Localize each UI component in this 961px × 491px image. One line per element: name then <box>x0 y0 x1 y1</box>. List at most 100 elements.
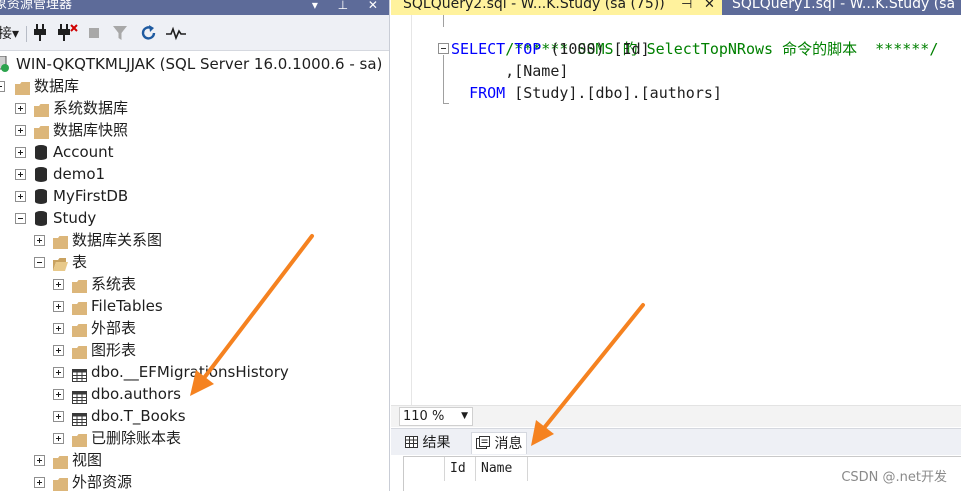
tree-node-dbo-authors[interactable]: dbo.authors <box>0 383 389 405</box>
expand-toggle[interactable] <box>53 411 64 422</box>
tab-sqlquery1[interactable]: SQLQuery1.sql - W...K.Study (sa <box>722 0 961 15</box>
tree-node-databases[interactable]: 数据库 <box>0 75 389 97</box>
tree-node-label: 数据库关系图 <box>72 231 163 249</box>
tree-node-label: WIN-QKQTKMLJJAK (SQL Server 16.0.1000.6 … <box>16 55 383 73</box>
results-tab-strip: 结果 消息 <box>391 428 961 455</box>
tab-label: SQLQuery1.sql - W...K.Study (sa <box>732 0 956 12</box>
tree-node-graph-tables[interactable]: 图形表 <box>0 339 389 361</box>
expand-toggle[interactable] <box>34 477 45 488</box>
tree-node-demo1[interactable]: demo1 <box>0 163 389 185</box>
tree-node-label: 已删除账本表 <box>91 429 182 447</box>
tree-node-label: 系统表 <box>91 275 137 293</box>
expand-toggle[interactable] <box>15 147 26 158</box>
expand-toggle[interactable] <box>53 301 64 312</box>
editor-zoom-bar: 110 % ▼ <box>391 405 961 427</box>
tree-node-label: FileTables <box>91 297 163 315</box>
code-line-comment: /****** SSMS 的 SelectTopNRows 命令的脚本 ****… <box>451 16 938 58</box>
code-text: (1000) [Id] <box>541 40 650 58</box>
tree-node-label: 数据库 <box>34 77 80 95</box>
tree-node-myfirstdb[interactable]: MyFirstDB <box>0 185 389 207</box>
tree-node-external-tables[interactable]: 外部表 <box>0 317 389 339</box>
object-explorer-title: 象资源管理器 <box>0 0 73 12</box>
toolbar-separator <box>26 26 27 42</box>
tree-node-database-snapshots[interactable]: 数据库快照 <box>0 119 389 141</box>
tree-node-label: 表 <box>72 253 88 271</box>
tree-node-account[interactable]: Account <box>0 141 389 163</box>
tree-node-label: MyFirstDB <box>53 187 129 205</box>
close-icon[interactable]: ✕ <box>704 0 715 15</box>
filter-icon[interactable] <box>112 24 128 44</box>
collapse-toggle[interactable] <box>15 213 26 224</box>
code-text: ,[Name] <box>451 62 569 80</box>
tree-node-system-databases[interactable]: 系统数据库 <box>0 97 389 119</box>
expand-toggle[interactable] <box>53 279 64 290</box>
expand-toggle[interactable] <box>15 125 26 136</box>
tree-node-label: Account <box>53 143 114 161</box>
tree-node-label: 系统数据库 <box>53 99 129 117</box>
fold-guide <box>443 55 444 103</box>
collapse-toggle[interactable] <box>0 81 5 92</box>
tab-results[interactable]: 结果 <box>405 432 450 454</box>
connect-plug-icon[interactable] <box>33 24 47 44</box>
activity-monitor-icon[interactable] <box>166 24 186 44</box>
tree-node-tables[interactable]: 表 <box>0 251 389 273</box>
tab-label: 结果 <box>422 435 451 451</box>
tree-node-dropped-ledger-tables[interactable]: 已删除账本表 <box>0 427 389 449</box>
tree-node-server[interactable]: WIN-QKQTKMLJJAK (SQL Server 16.0.1000.6 … <box>0 53 389 75</box>
grid-icon <box>405 436 418 448</box>
query-editor-pane: SQLQuery2.sql - W...K.Study (sa (75)) ⊣ … <box>391 0 961 491</box>
watermark: CSDN @.net开发 <box>841 470 947 485</box>
folder-icon <box>53 475 68 491</box>
tree-node-label: 数据库快照 <box>53 121 129 139</box>
refresh-icon[interactable] <box>140 24 158 44</box>
tree-node-dbo-t-books[interactable]: dbo.T_Books <box>0 405 389 427</box>
grid-column-header-name[interactable]: Name <box>476 457 528 481</box>
zoom-value: 110 % <box>403 409 445 424</box>
tree-node-filetables[interactable]: FileTables <box>0 295 389 317</box>
expand-toggle[interactable] <box>53 367 64 378</box>
tree-node-label: dbo.T_Books <box>91 407 186 425</box>
grid-row-header <box>404 457 445 481</box>
expand-toggle[interactable] <box>15 103 26 114</box>
pin-icon[interactable]: ⊣ <box>681 0 692 15</box>
fold-guide-top <box>443 15 444 27</box>
tree-node-label: 视图 <box>72 451 103 469</box>
expand-toggle[interactable] <box>53 389 64 400</box>
messages-icon <box>476 436 490 449</box>
tree-node-label: demo1 <box>53 165 106 183</box>
expand-toggle[interactable] <box>34 235 45 246</box>
tree-node-system-tables[interactable]: 系统表 <box>0 273 389 295</box>
zoom-select[interactable]: 110 % ▼ <box>399 407 473 426</box>
connect-dropdown[interactable]: 接▾ <box>0 24 19 44</box>
grid-column-header-id[interactable]: Id <box>445 457 476 481</box>
tree-node-label: 外部表 <box>91 319 137 337</box>
expand-toggle[interactable] <box>53 345 64 356</box>
tab-sqlquery2[interactable]: SQLQuery2.sql - W...K.Study (sa (75)) ⊣ … <box>391 0 722 15</box>
expand-toggle[interactable] <box>15 169 26 180</box>
tree-node-external-resources[interactable]: 外部资源 <box>0 471 389 491</box>
disconnect-plug-icon[interactable] <box>57 24 79 44</box>
document-tab-strip: SQLQuery2.sql - W...K.Study (sa (75)) ⊣ … <box>391 0 961 15</box>
tree-node-ef-migrations-history[interactable]: dbo.__EFMigrationsHistory <box>0 361 389 383</box>
tree-node-label: 外部资源 <box>72 473 133 491</box>
code-line-from: FROM [Study].[dbo].[authors] <box>451 82 722 104</box>
expand-toggle[interactable] <box>53 323 64 334</box>
tree-node-label: 图形表 <box>91 341 137 359</box>
tree-node-database-diagrams[interactable]: 数据库关系图 <box>0 229 389 251</box>
code-keyword-top: TOP <box>514 40 542 58</box>
titlebar-window-buttons[interactable]: ▾ ⊥ ✕ <box>312 0 386 15</box>
tree-node-study[interactable]: Study <box>0 207 389 229</box>
tab-messages[interactable]: 消息 <box>471 432 528 454</box>
collapse-toggle[interactable] <box>34 257 45 268</box>
object-explorer-pane: 象资源管理器 ▾ ⊥ ✕ 接▾ WIN-QKQTKMLJJAK (SQL Ser… <box>0 0 390 491</box>
sql-editor[interactable]: /****** SSMS 的 SelectTopNRows 命令的脚本 ****… <box>391 15 961 405</box>
expand-toggle[interactable] <box>34 455 45 466</box>
tree-node-label: dbo.authors <box>91 385 181 403</box>
tab-label: SQLQuery2.sql - W...K.Study (sa (75)) <box>403 0 665 12</box>
tab-label: 消息 <box>494 436 523 452</box>
expand-toggle[interactable] <box>53 433 64 444</box>
expand-toggle[interactable] <box>15 191 26 202</box>
stop-icon[interactable] <box>88 24 100 44</box>
fold-collapse-icon[interactable] <box>438 43 449 54</box>
tree-node-views[interactable]: 视图 <box>0 449 389 471</box>
